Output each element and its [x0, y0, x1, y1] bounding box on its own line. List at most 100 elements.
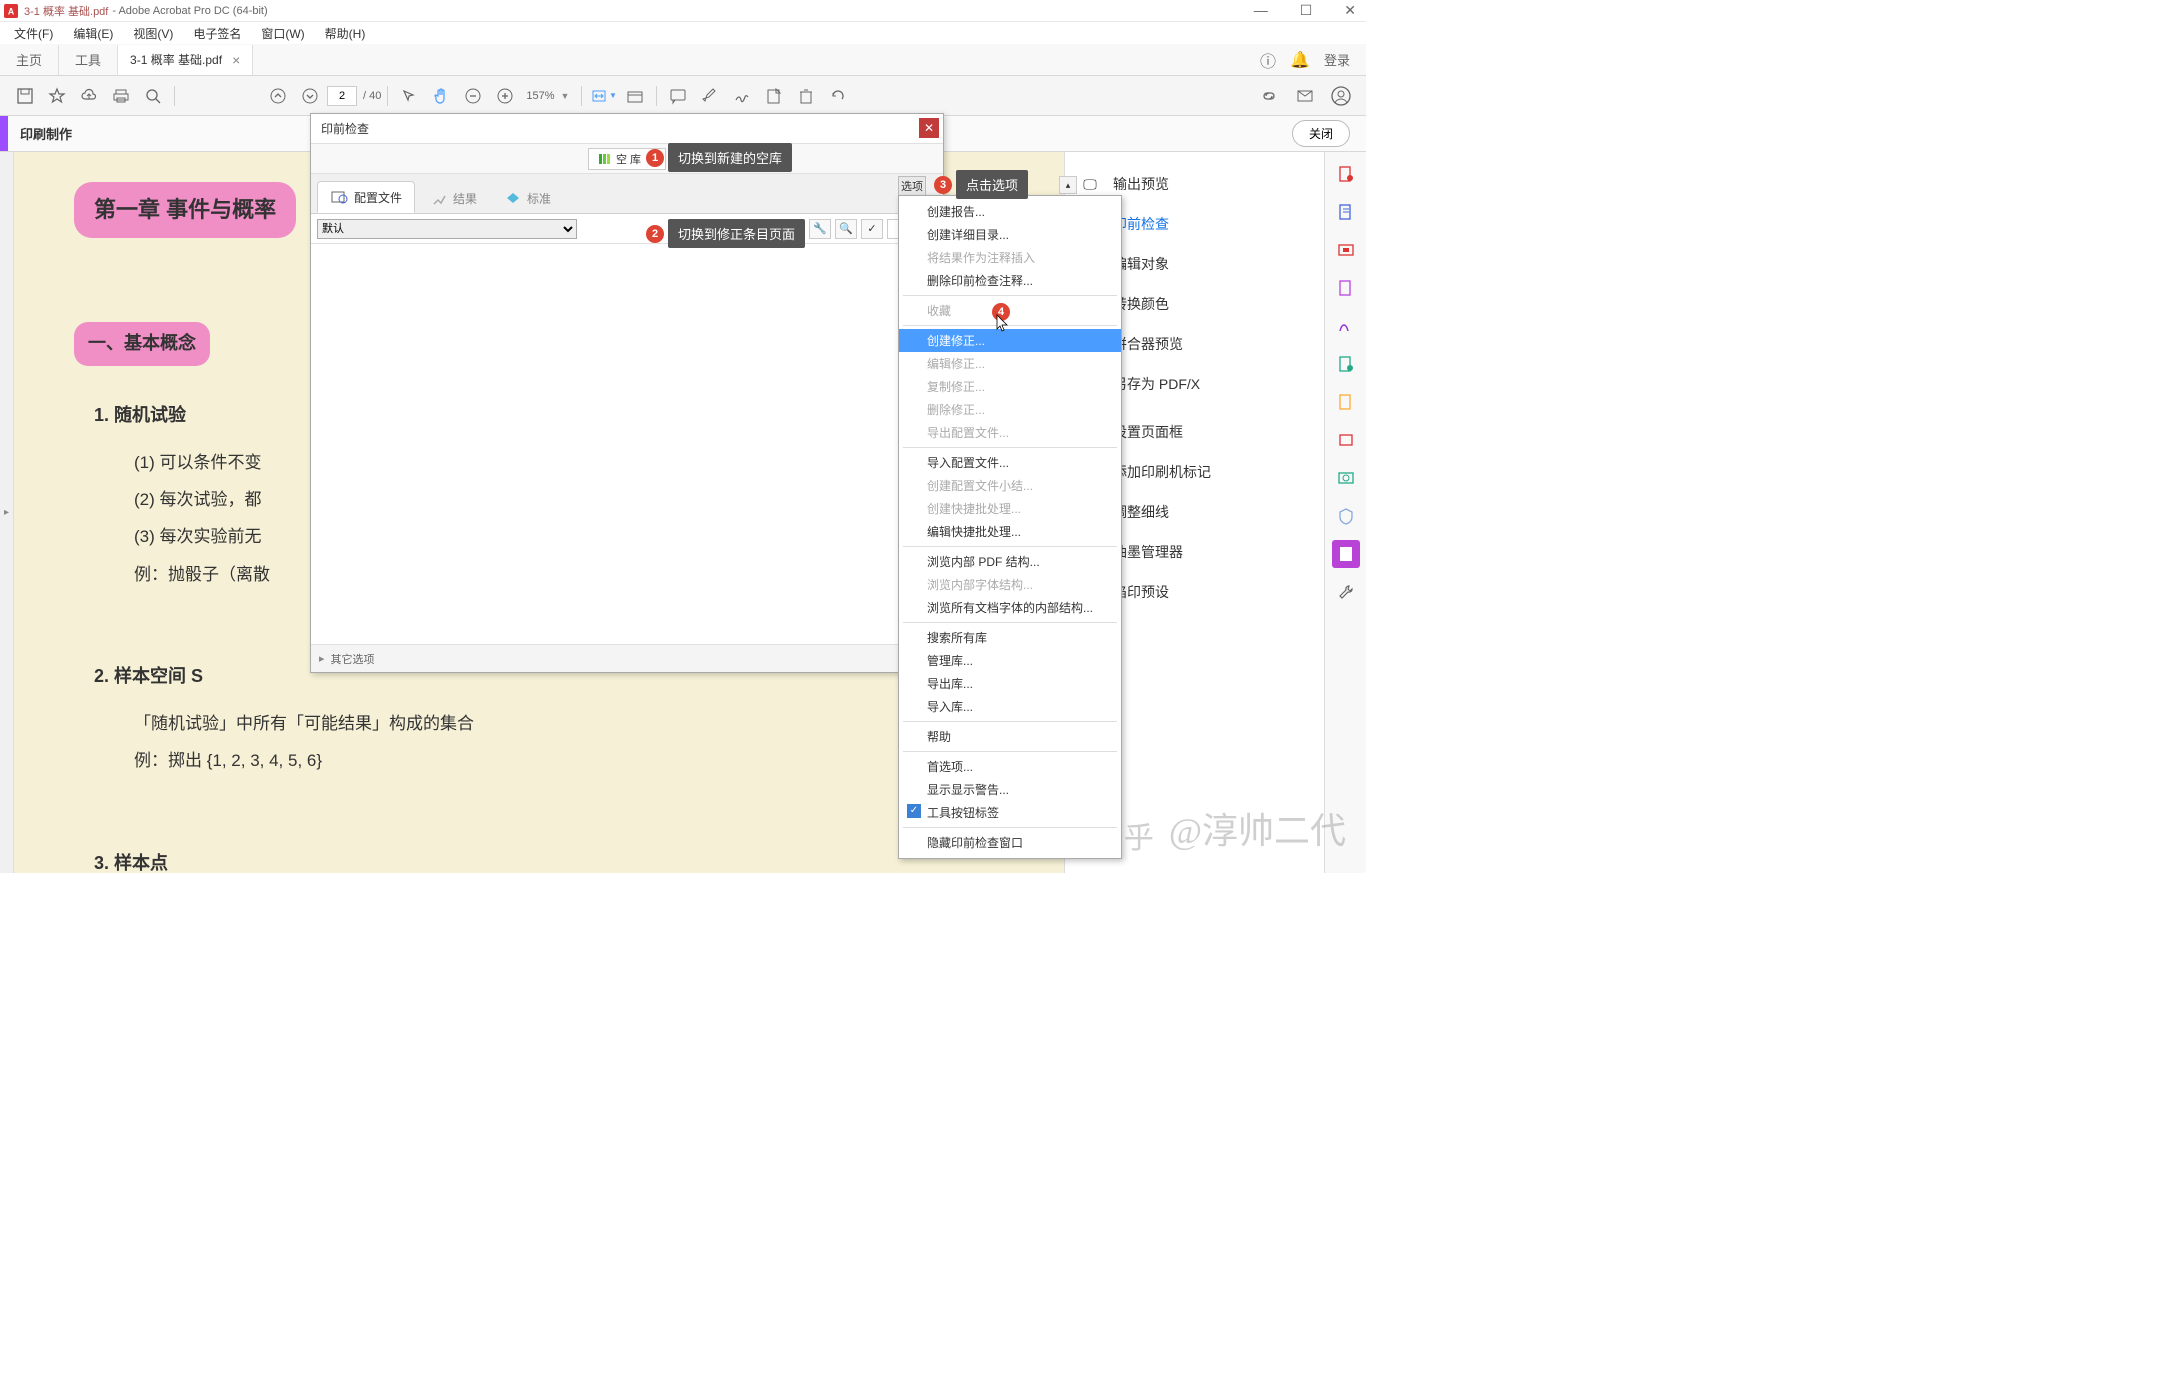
- page-number-input[interactable]: [327, 86, 357, 106]
- menu-item-16[interactable]: 浏览所有文档字体的内部结构...: [899, 596, 1121, 619]
- filter-btn-3[interactable]: ✓: [861, 219, 883, 239]
- svg-text:A: A: [8, 6, 15, 16]
- annotation-badge-4: 4: [992, 303, 1010, 321]
- print-icon[interactable]: [106, 81, 136, 111]
- menu-item-5[interactable]: 创建修正...: [899, 329, 1121, 352]
- result-icon: [431, 191, 447, 207]
- save-icon[interactable]: [10, 81, 40, 111]
- zoom-dropdown-icon[interactable]: ▼: [561, 91, 570, 101]
- cloud-upload-icon[interactable]: [74, 81, 104, 111]
- menu-item-0[interactable]: 创建报告...: [899, 200, 1121, 223]
- tab-standard[interactable]: 标准: [493, 184, 563, 213]
- tab-home[interactable]: 主页: [0, 45, 59, 75]
- tab-config[interactable]: 配置文件: [317, 181, 415, 213]
- menu-item-24[interactable]: 工具按钮标签: [899, 801, 1121, 824]
- strip-icon-3[interactable]: [1332, 236, 1360, 264]
- preflight-footer[interactable]: ▸ 其它选项: [311, 644, 943, 672]
- close-button[interactable]: ✕: [1338, 2, 1362, 19]
- star-icon[interactable]: [42, 81, 72, 111]
- strip-icon-5[interactable]: [1332, 312, 1360, 340]
- menu-file[interactable]: 文件(F): [8, 23, 59, 44]
- annotation-3: 点击选项: [956, 170, 1028, 199]
- menu-item-25[interactable]: 隐藏印前检查窗口: [899, 831, 1121, 854]
- strip-icon-10[interactable]: [1332, 502, 1360, 530]
- help-icon[interactable]: ⓘ: [1260, 48, 1276, 72]
- zoom-out-icon[interactable]: [458, 81, 488, 111]
- delete-icon[interactable]: [791, 81, 821, 111]
- bell-icon[interactable]: 🔔: [1290, 50, 1310, 70]
- options-button[interactable]: 选项: [898, 176, 926, 196]
- strip-icon-2[interactable]: [1332, 198, 1360, 226]
- menu-item-17[interactable]: 搜索所有库: [899, 626, 1121, 649]
- menu-item-10[interactable]: 导入配置文件...: [899, 451, 1121, 474]
- menu-edit[interactable]: 编辑(E): [67, 23, 119, 44]
- stamp-icon[interactable]: [759, 81, 789, 111]
- menu-window[interactable]: 窗口(W): [255, 23, 310, 44]
- filter-btn-2[interactable]: 🔍: [835, 219, 857, 239]
- menu-item-23[interactable]: 显示显示警告...: [899, 778, 1121, 801]
- email-icon[interactable]: [1290, 81, 1320, 111]
- strip-icon-6[interactable]: [1332, 350, 1360, 378]
- strip-icon-wrench[interactable]: [1332, 578, 1360, 606]
- filter-btn-1[interactable]: 🔧: [809, 219, 831, 239]
- menu-separator: [903, 721, 1117, 722]
- page-down-icon[interactable]: [295, 81, 325, 111]
- menu-esign[interactable]: 电子签名: [187, 23, 247, 44]
- hand-icon[interactable]: [426, 81, 456, 111]
- preflight-list-area[interactable]: [311, 244, 943, 644]
- close-panel-button[interactable]: 关闭: [1292, 120, 1350, 147]
- sign-icon[interactable]: [727, 81, 757, 111]
- preflight-filter-row: 默认 🔧 🔍 ✓ 🔍 库: [311, 214, 943, 244]
- pointer-icon[interactable]: [394, 81, 424, 111]
- zoom-in-icon[interactable]: [490, 81, 520, 111]
- title-app: - Adobe Acrobat Pro DC (64-bit): [112, 5, 267, 17]
- login-button[interactable]: 登录: [1324, 50, 1350, 69]
- minimize-button[interactable]: —: [1248, 2, 1274, 19]
- menu-item-1[interactable]: 创建详细目录...: [899, 223, 1121, 246]
- tab-close-icon[interactable]: ×: [232, 52, 240, 68]
- preflight-titlebar[interactable]: 印前检查 ✕: [311, 114, 943, 144]
- menu-item-3[interactable]: 删除印前检查注释...: [899, 269, 1121, 292]
- strip-icon-8[interactable]: [1332, 426, 1360, 454]
- menu-item-14[interactable]: 浏览内部 PDF 结构...: [899, 550, 1121, 573]
- tab-result[interactable]: 结果: [419, 184, 489, 213]
- window-controls: — ☐ ✕: [1248, 2, 1362, 19]
- menu-item-22[interactable]: 首选项...: [899, 755, 1121, 778]
- output-preview-icon: 🖵: [1081, 175, 1099, 193]
- tab-tools[interactable]: 工具: [59, 45, 118, 75]
- menu-item-9: 导出配置文件...: [899, 421, 1121, 444]
- menu-item-13[interactable]: 编辑快捷批处理...: [899, 520, 1121, 543]
- comment-icon[interactable]: [663, 81, 693, 111]
- strip-icon-1[interactable]: [1332, 160, 1360, 188]
- menu-item-19[interactable]: 导出库...: [899, 672, 1121, 695]
- strip-icon-7[interactable]: [1332, 388, 1360, 416]
- annotation-badge-1: 1: [646, 149, 664, 167]
- menu-separator: [903, 546, 1117, 547]
- page-up-icon[interactable]: [263, 81, 293, 111]
- scroll-up-icon[interactable]: ▴: [1059, 176, 1077, 194]
- expand-icon: ▸: [319, 652, 325, 665]
- menu-separator: [903, 447, 1117, 448]
- read-mode-icon[interactable]: [620, 81, 650, 111]
- filter-select[interactable]: 默认: [317, 219, 577, 239]
- strip-icon-4[interactable]: [1332, 274, 1360, 302]
- menu-item-18[interactable]: 管理库...: [899, 649, 1121, 672]
- search-icon[interactable]: [138, 81, 168, 111]
- menu-item-20[interactable]: 导入库...: [899, 695, 1121, 718]
- menu-item-21[interactable]: 帮助: [899, 725, 1121, 748]
- fit-width-icon[interactable]: ▼: [588, 81, 618, 111]
- strip-icon-production[interactable]: [1332, 540, 1360, 568]
- menu-help[interactable]: 帮助(H): [319, 23, 372, 44]
- left-expand-handle[interactable]: ▸: [0, 152, 14, 873]
- strip-icon-9[interactable]: [1332, 464, 1360, 492]
- rotate-icon[interactable]: [823, 81, 853, 111]
- account-icon[interactable]: [1326, 81, 1356, 111]
- link-icon[interactable]: [1254, 81, 1284, 111]
- preflight-close-button[interactable]: ✕: [919, 118, 939, 138]
- highlight-icon[interactable]: [695, 81, 725, 111]
- menu-view[interactable]: 视图(V): [127, 23, 179, 44]
- menu-item-15: 浏览内部字体结构...: [899, 573, 1121, 596]
- maximize-button[interactable]: ☐: [1294, 2, 1319, 19]
- titlebar: A 3-1 概率 基础.pdf - Adobe Acrobat Pro DC (…: [0, 0, 1366, 22]
- tab-document[interactable]: 3-1 概率 基础.pdf ×: [118, 45, 253, 75]
